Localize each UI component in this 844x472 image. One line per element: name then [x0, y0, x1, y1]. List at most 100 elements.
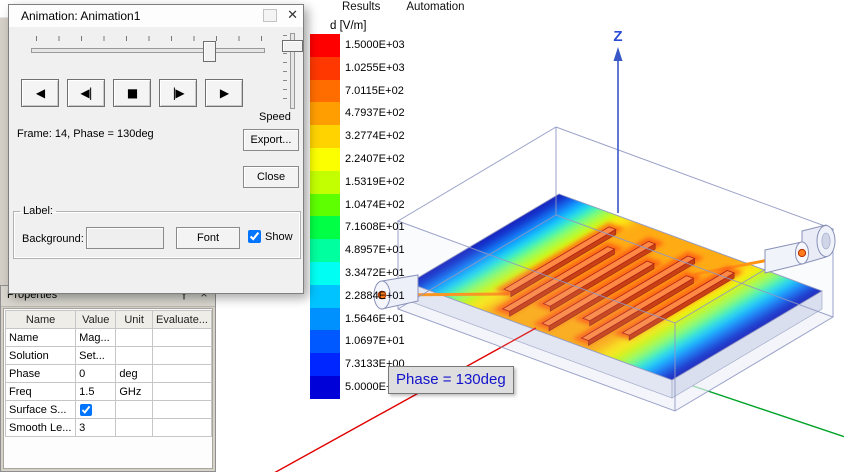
properties-table-body: Name Mag... Solution Set... Phase 0 deg Freq 1.5…	[4, 328, 213, 437]
speed-label: Speed	[259, 111, 291, 123]
modeler-viewport[interactable]: Z d [V/m] 1.5000E+03 1.0255E+03 7.0115E+02…	[216, 17, 844, 472]
property-value[interactable]: Mag...	[75, 328, 117, 347]
frame-slider-ticks	[36, 36, 262, 41]
property-value[interactable]: 0	[75, 364, 117, 383]
legend-swatch	[310, 216, 340, 240]
maximize-icon	[263, 8, 278, 22]
legend-value: 1.0255E+03	[345, 61, 405, 74]
z-axis-label: Z	[613, 28, 622, 45]
property-name: Smooth Le...	[4, 418, 77, 437]
column-header-name: Name	[4, 310, 77, 329]
play-forward-button[interactable]: ▶	[205, 79, 243, 107]
property-name: Solution	[4, 346, 77, 365]
legend-swatch	[310, 261, 340, 285]
legend-entry: 4.8957E+01	[310, 239, 405, 262]
legend-entry: 1.5646E+01	[310, 307, 405, 331]
label-group-title: Label:	[23, 205, 53, 217]
legend-entries: 1.5000E+03 1.0255E+03 7.0115E+02 4.7937E+02…	[310, 34, 405, 399]
show-checkbox[interactable]	[248, 230, 261, 243]
legend-swatch	[310, 170, 340, 194]
legend-value: 2.2884E+01	[345, 289, 405, 302]
speed-slider-thumb[interactable]	[282, 40, 303, 52]
property-row: Name Mag...	[4, 328, 213, 347]
legend-entry: 4.7937E+02	[310, 102, 405, 126]
property-row: Smooth Le... 3	[4, 418, 213, 437]
legend-value: 4.7937E+02	[345, 107, 405, 120]
property-row: Freq 1.5 GHz	[4, 382, 213, 401]
legend-entry: 1.5319E+02	[310, 170, 405, 194]
legend-swatch	[310, 284, 340, 308]
frame-slider-track[interactable]	[31, 48, 265, 53]
background-color-button[interactable]	[86, 227, 164, 249]
legend-swatch	[310, 307, 340, 331]
play-reverse-button[interactable]: ◀	[21, 79, 59, 107]
property-value[interactable]	[75, 400, 117, 419]
y-axis-line	[689, 384, 844, 438]
legend-entry: 3.2774E+02	[310, 125, 405, 148]
column-header-unit: Unit	[115, 310, 153, 329]
legend-swatch	[310, 102, 340, 126]
property-value[interactable]: Set...	[75, 346, 117, 365]
legend-value: 3.3472E+01	[345, 266, 405, 279]
dialog-close-icon[interactable]: ✕	[287, 8, 298, 22]
properties-panel: Properties × Name Value Unit Evaluate...	[0, 285, 216, 472]
frame-slider[interactable]	[31, 35, 265, 62]
property-evaluate	[151, 346, 213, 365]
playback-buttons: ◀ ◀| ■ |▶ ▶	[21, 79, 243, 107]
animation-dialog-title: Animation: Animation1	[21, 9, 141, 23]
properties-table: Name Value Unit Evaluate... Name Mag... So…	[4, 310, 213, 437]
legend-value: 1.0697E+01	[345, 335, 405, 348]
property-unit	[115, 418, 153, 437]
legend-swatch	[310, 79, 340, 103]
column-header-evaluate: Evaluate...	[151, 310, 213, 329]
legend-swatch	[310, 147, 340, 171]
legend-value: 3.2774E+02	[345, 130, 405, 143]
legend-entry: 2.2884E+01	[310, 284, 405, 308]
legend-value: 2.2407E+02	[345, 152, 405, 165]
properties-header-row: Name Value Unit Evaluate...	[4, 310, 213, 329]
label-group: Label: Background: Font Show	[13, 205, 301, 259]
legend-entry: 7.0115E+02	[310, 79, 405, 103]
animation-dialog-titlebar[interactable]: Animation: Animation1 ✕	[9, 5, 303, 27]
legend-swatch	[310, 125, 340, 148]
step-back-button[interactable]: ◀|	[67, 79, 105, 107]
legend-entry: 2.2407E+02	[310, 147, 405, 171]
menu-item-automation[interactable]: Automation	[406, 1, 464, 13]
property-checkbox[interactable]	[80, 404, 93, 416]
legend-swatch	[310, 193, 340, 217]
property-evaluate	[151, 328, 213, 347]
close-button[interactable]: Close	[243, 166, 299, 188]
legend-value: 4.8957E+01	[345, 244, 405, 257]
property-evaluate	[151, 418, 213, 437]
legend-entry: 1.0697E+01	[310, 330, 405, 354]
property-unit	[115, 400, 153, 419]
legend-swatch	[310, 353, 340, 376]
legend-swatch	[310, 56, 340, 80]
legend-entry: 1.0255E+03	[310, 56, 405, 80]
show-checkbox-label[interactable]: Show	[248, 230, 293, 243]
application-window: Results Automation Z d [V/m] 1.5000E+03 …	[0, 0, 844, 472]
legend-swatch	[310, 375, 340, 399]
stop-button[interactable]: ■	[113, 79, 151, 107]
properties-body: Name Value Unit Evaluate... Name Mag... So…	[3, 308, 213, 469]
frame-slider-thumb[interactable]	[203, 41, 216, 62]
column-header-value: Value	[75, 310, 117, 329]
font-button[interactable]: Font	[176, 227, 240, 249]
animation-dialog: Animation: Animation1 ✕ Speed ◀ ◀| ■ |▶ ▶ Fr…	[8, 4, 304, 294]
menu-item-results[interactable]: Results	[342, 1, 380, 13]
legend-value: 1.5000E+03	[345, 39, 405, 51]
legend-value: 7.1608E+01	[345, 221, 405, 234]
speed-slider[interactable]	[281, 33, 303, 111]
property-value[interactable]: 3	[75, 418, 117, 437]
property-value[interactable]: 1.5	[75, 382, 117, 401]
step-forward-button[interactable]: |▶	[159, 79, 197, 107]
show-checkbox-text: Show	[265, 230, 293, 243]
frame-status: Frame: 14, Phase = 130deg	[17, 128, 154, 140]
legend-value: 7.0115E+02	[345, 84, 404, 97]
export-button[interactable]: Export...	[243, 129, 299, 151]
property-evaluate	[151, 364, 213, 383]
property-row: Surface S...	[4, 400, 213, 419]
legend-swatch	[310, 239, 340, 262]
legend-entry: 1.5000E+03	[310, 34, 405, 57]
legend-title: d [V/m]	[330, 20, 367, 32]
